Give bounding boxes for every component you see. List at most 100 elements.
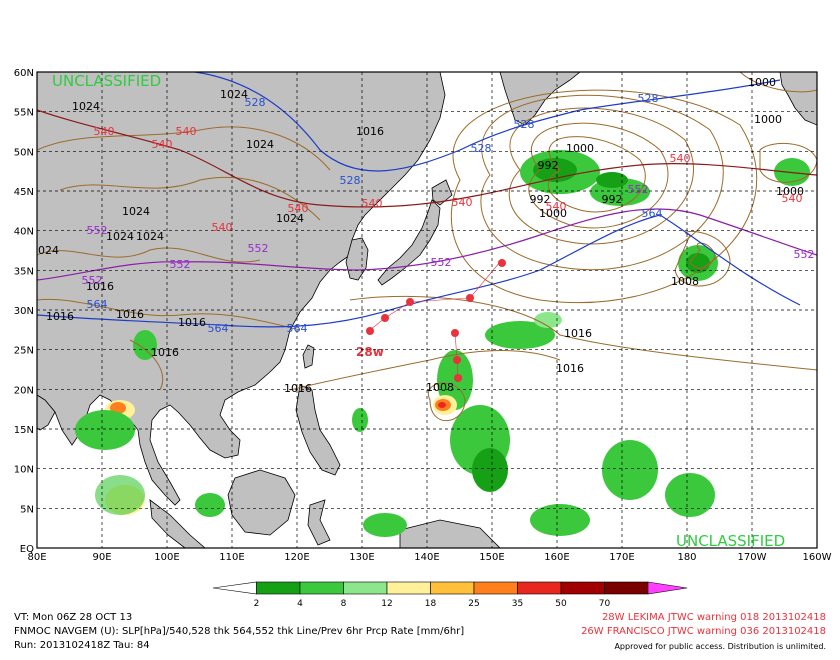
lat-label: 55N bbox=[14, 108, 34, 119]
lat-label: 15N bbox=[14, 425, 34, 436]
storm-icon bbox=[453, 356, 461, 364]
contour-label: 540 bbox=[212, 221, 233, 234]
contour-label: 1024 bbox=[31, 244, 59, 257]
contour-label: 540 bbox=[176, 125, 197, 138]
storm-icon bbox=[454, 374, 462, 382]
contour-label: 528 bbox=[340, 174, 361, 187]
storm-icon bbox=[381, 314, 389, 322]
lon-label: 180 bbox=[677, 552, 696, 563]
contour-label: 1024 bbox=[72, 100, 100, 113]
lon-label: 160E bbox=[544, 552, 569, 563]
lon-label: 120E bbox=[284, 552, 309, 563]
contour-label: 552 bbox=[431, 256, 452, 269]
colorbar-label: 12 bbox=[381, 599, 392, 609]
colorbar-label: 18 bbox=[425, 599, 437, 609]
contour-label: 1000 bbox=[566, 142, 594, 155]
storm-icon bbox=[451, 329, 459, 337]
contour-label: 1008 bbox=[671, 275, 699, 288]
colorbar-segment bbox=[212, 581, 257, 595]
run-info: Run: 2013102418Z Tau: 84 bbox=[14, 640, 150, 651]
contour-label: 1016 bbox=[356, 125, 384, 138]
contour-label: 552 bbox=[170, 258, 191, 271]
storm-label-28w: 28w bbox=[356, 345, 384, 359]
contour-label: 528 bbox=[638, 92, 659, 105]
colorbar-segment bbox=[299, 581, 344, 595]
lon-label: 160W bbox=[803, 552, 832, 563]
colorbar-label: 4 bbox=[297, 599, 303, 609]
contour-label: 1016 bbox=[556, 362, 584, 375]
contour-label: 1016 bbox=[46, 310, 74, 323]
lon-label: 110E bbox=[219, 552, 244, 563]
classification-top: UNCLASSIFIED bbox=[52, 72, 161, 90]
contour-label: 552 bbox=[628, 183, 649, 196]
contour-label: 1024 bbox=[106, 230, 134, 243]
lon-label: 170W bbox=[738, 552, 767, 563]
storm-icon bbox=[466, 294, 474, 302]
contour-label: 992 bbox=[538, 159, 559, 172]
lon-label: 90E bbox=[92, 552, 111, 563]
lat-label: 5N bbox=[20, 504, 34, 515]
colorbar-label: 70 bbox=[599, 599, 611, 609]
lon-label: 130E bbox=[349, 552, 374, 563]
contour-label: 540 bbox=[362, 197, 383, 210]
lat-label: 25N bbox=[14, 346, 34, 357]
contour-label: 564 bbox=[642, 207, 663, 220]
contour-label: 1008 bbox=[426, 381, 454, 394]
contour-label: 1016 bbox=[284, 382, 312, 395]
contour-label: 552 bbox=[82, 274, 103, 287]
colorbar-segment bbox=[256, 581, 301, 595]
contour-label: 540 bbox=[546, 200, 567, 213]
contour-label: 1024 bbox=[246, 138, 274, 151]
lon-label: 80E bbox=[27, 552, 46, 563]
contour-label: 1016 bbox=[116, 308, 144, 321]
lon-label: 140E bbox=[414, 552, 439, 563]
contour-label: 540 bbox=[670, 152, 691, 165]
weather-map: 28w 10241024102410241024101610161016 1016… bbox=[14, 68, 832, 609]
colorbar-segment bbox=[473, 581, 518, 595]
colorbar: 2 4 8 12 18 25 35 50 70 bbox=[212, 581, 688, 609]
colorbar-label: 8 bbox=[341, 599, 347, 609]
contour-label: 564 bbox=[287, 322, 308, 335]
lat-label: 50N bbox=[14, 147, 34, 158]
contour-label: 1024 bbox=[122, 205, 150, 218]
lon-label: 100E bbox=[154, 552, 179, 563]
colorbar-label: 2 bbox=[254, 599, 260, 609]
lat-label: 60N bbox=[14, 68, 34, 79]
longitude-labels: 80E 90E 100E 110E 120E 130E 140E 150E 160E 170E 18… bbox=[27, 552, 831, 563]
latitude-labels: 60N55N50N45N40N35N30N25N20N15N10N5NEQ bbox=[14, 68, 34, 555]
lat-label: 45N bbox=[14, 187, 34, 198]
contour-label: 528 bbox=[514, 118, 535, 131]
lat-label: 20N bbox=[14, 385, 34, 396]
contour-label: 1016 bbox=[178, 316, 206, 329]
colorbar-label: 35 bbox=[512, 599, 523, 609]
colorbar-segment bbox=[386, 581, 431, 595]
contour-label: 564 bbox=[87, 298, 108, 311]
lon-label: 150E bbox=[479, 552, 504, 563]
lon-label: 170E bbox=[609, 552, 634, 563]
contour-label: 528 bbox=[471, 142, 492, 155]
contour-label: 540 bbox=[782, 192, 803, 205]
colorbar-segment bbox=[560, 581, 605, 595]
lat-label: 40N bbox=[14, 227, 34, 238]
contour-label: 1000 bbox=[754, 113, 782, 126]
contour-label: 1016 bbox=[151, 346, 179, 359]
contour-label: 540 bbox=[152, 138, 173, 151]
colorbar-segment bbox=[343, 581, 388, 595]
contour-label: 540 bbox=[94, 125, 115, 138]
contour-label: 1016 bbox=[564, 327, 592, 340]
storm-icon bbox=[498, 259, 506, 267]
contour-label: 552 bbox=[794, 248, 815, 261]
storm-icon bbox=[366, 327, 374, 335]
colorbar-label: 25 bbox=[468, 599, 479, 609]
warning-28w: 28W LEKIMA JTWC warning 018 2013102418 bbox=[601, 612, 826, 623]
contour-label: 1024 bbox=[136, 230, 164, 243]
contour-label: 992 bbox=[602, 193, 623, 206]
colorbar-segment bbox=[647, 581, 688, 595]
colorbar-segment bbox=[430, 581, 475, 595]
contour-label: 540 bbox=[288, 202, 309, 215]
colorbar-segment bbox=[517, 581, 562, 595]
colorbar-segment bbox=[604, 581, 649, 595]
lat-label: 35N bbox=[14, 266, 34, 277]
contour-label: 564 bbox=[208, 322, 229, 335]
warning-26w: 26W FRANCISCO JTWC warning 036 201310241… bbox=[581, 626, 826, 637]
